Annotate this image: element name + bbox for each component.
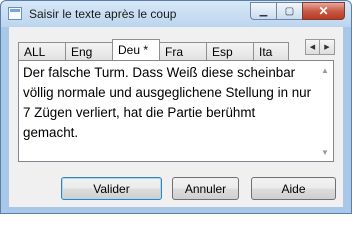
maximize-button[interactable]: ▢ [276, 2, 302, 20]
minimize-icon: ▁ [259, 5, 268, 17]
comment-text[interactable]: Der falsche Turm. Dass Weiß diese schein… [23, 63, 313, 143]
tab-scroll-left-button[interactable]: ◀ [305, 39, 320, 55]
close-button[interactable]: ✕ [302, 2, 345, 20]
ok-button[interactable]: Valider [61, 177, 162, 200]
tab-deu[interactable]: Deu * [112, 39, 160, 60]
tab-ita[interactable]: Ita [253, 42, 289, 60]
tab-fra[interactable]: Fra [159, 42, 207, 60]
tab-scroll-right-button[interactable]: ▶ [320, 39, 335, 55]
chevron-left-icon: ◀ [309, 44, 316, 51]
maximize-icon: ▢ [284, 5, 295, 17]
help-button[interactable]: Aide [251, 177, 336, 200]
scroll-down-icon[interactable]: ▼ [317, 145, 333, 159]
tab-scroll-buttons: ◀ ▶ [305, 39, 335, 55]
dialog-client-area: ALL Eng Deu * Fra Esp Ita ◀ ▶ Der falsch… [9, 27, 343, 207]
minimize-button[interactable]: ▁ [250, 2, 276, 20]
title-bar[interactable]: Saisir le texte après le coup ▁ ▢ ✕ [1, 1, 351, 27]
window-icon [8, 7, 22, 20]
language-tabs: ALL Eng Deu * Fra Esp Ita [18, 39, 289, 60]
tab-all[interactable]: ALL [18, 42, 66, 60]
cancel-button[interactable]: Annuler [172, 177, 239, 200]
comment-textarea[interactable]: Der falsche Turm. Dass Weiß diese schein… [18, 60, 334, 162]
tab-eng[interactable]: Eng [65, 42, 113, 60]
close-icon: ✕ [318, 4, 329, 18]
vertical-scrollbar[interactable]: ▲ ▼ [317, 61, 333, 161]
chevron-right-icon: ▶ [324, 44, 330, 51]
caption-buttons: ▁ ▢ ✕ [250, 2, 345, 21]
dialog-window: Saisir le texte après le coup ▁ ▢ ✕ ALL … [0, 0, 352, 214]
tab-esp[interactable]: Esp [206, 42, 254, 60]
scroll-up-icon[interactable]: ▲ [317, 63, 333, 77]
window-title: Saisir le texte après le coup [29, 7, 177, 21]
